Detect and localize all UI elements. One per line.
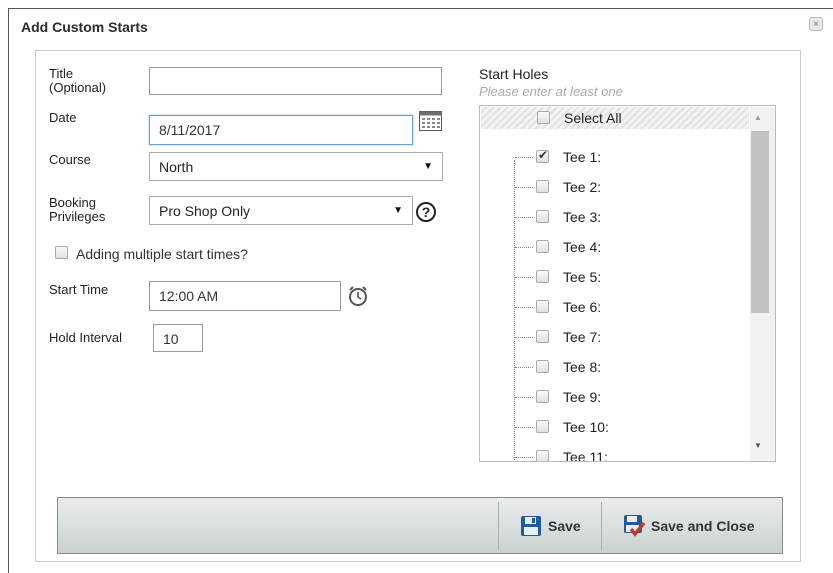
dialog-footer: Save Save and Close <box>57 497 783 554</box>
clock-icon[interactable] <box>347 285 369 307</box>
tee-checkbox[interactable] <box>536 420 549 433</box>
tree-branch <box>515 427 533 428</box>
title-input[interactable] <box>149 67 442 95</box>
booking-privileges-label: Booking Privileges <box>49 195 106 224</box>
hold-interval-input[interactable]: 10 <box>153 324 203 352</box>
save-label: Save <box>548 518 581 534</box>
dialog-title: Add Custom Starts <box>21 19 148 35</box>
help-icon[interactable]: ? <box>416 202 436 222</box>
multiple-start-times-checkbox[interactable] <box>55 246 68 259</box>
tee-label: Tee 9: <box>563 389 602 405</box>
scroll-down-icon[interactable]: ▼ <box>754 441 762 450</box>
save-and-close-button[interactable]: Save and Close <box>623 504 755 548</box>
scroll-up-icon[interactable]: ▲ <box>754 113 762 122</box>
tree-connector <box>514 160 515 460</box>
hold-interval-label: Hold Interval <box>49 330 122 345</box>
start-time-input[interactable]: 12:00 AM <box>149 281 341 311</box>
chevron-down-icon: ▼ <box>423 161 433 172</box>
tee-label: Tee 8: <box>563 359 602 375</box>
tee-label: Tee 4: <box>563 239 602 255</box>
tee-label: Tee 2: <box>563 179 602 195</box>
select-all-label: Select All <box>564 110 622 126</box>
tee-checkbox[interactable] <box>536 450 549 461</box>
tee-checkbox[interactable] <box>536 148 549 163</box>
start-holes-list[interactable]: Select All Tee 1: Tee 2: Tee 3: Tee 4: Tee 5… <box>479 105 776 462</box>
select-all-checkbox[interactable] <box>537 111 550 124</box>
course-value: North <box>159 159 194 175</box>
tree-branch <box>515 187 533 188</box>
tee-label: Tee 5: <box>563 269 602 285</box>
chevron-down-icon: ▼ <box>393 205 403 216</box>
select-all-row[interactable]: Select All <box>481 107 749 129</box>
tree-branch <box>515 307 533 308</box>
floppy-check-icon <box>624 515 645 537</box>
scrollbar-thumb[interactable] <box>751 131 769 313</box>
course-select[interactable]: North ▼ <box>149 152 443 181</box>
tree-branch <box>515 157 533 158</box>
date-input[interactable]: 8/11/2017 <box>149 115 413 145</box>
list-scrollbar[interactable]: ▲ ▼ <box>750 107 775 461</box>
tree-branch <box>515 277 533 278</box>
page-background: Add Custom Starts × Title (Optional) Dat… <box>0 0 833 573</box>
date-label: Date <box>49 110 77 125</box>
tree-branch <box>515 337 533 338</box>
tee-label: Tee 1: <box>563 149 602 165</box>
tree-branch <box>515 457 533 458</box>
tee-label: Tee 7: <box>563 329 602 345</box>
booking-privileges-value: Pro Shop Only <box>159 203 251 219</box>
course-label: Course <box>49 152 91 167</box>
divider <box>601 502 602 550</box>
tee-label: Tee 3: <box>563 209 602 225</box>
start-holes-hint: Please enter at least one <box>479 84 623 99</box>
tree-branch <box>515 217 533 218</box>
tee-label: Tee 11: <box>563 449 608 462</box>
close-icon[interactable]: × <box>809 17 823 31</box>
tee-checkbox[interactable] <box>536 330 549 343</box>
start-holes-label: Start Holes <box>479 66 549 82</box>
tee-label: Tee 6: <box>563 299 602 315</box>
tee-checkbox[interactable] <box>536 240 549 253</box>
tee-checkbox[interactable] <box>536 360 549 373</box>
save-button[interactable]: Save <box>520 504 581 548</box>
tree-branch <box>515 397 533 398</box>
tee-checkbox[interactable] <box>536 390 549 403</box>
booking-privileges-select[interactable]: Pro Shop Only ▼ <box>149 196 413 225</box>
divider <box>498 502 499 550</box>
tree-branch <box>515 247 533 248</box>
multiple-start-times-label: Adding multiple start times? <box>76 246 248 262</box>
start-time-label: Start Time <box>49 282 109 297</box>
floppy-disk-icon <box>521 516 541 536</box>
tee-checkbox[interactable] <box>536 270 549 283</box>
title-label: Title (Optional) <box>49 66 107 95</box>
save-and-close-label: Save and Close <box>651 518 755 534</box>
tee-checkbox[interactable] <box>536 300 549 313</box>
add-custom-starts-dialog: Add Custom Starts × Title (Optional) Dat… <box>8 8 833 573</box>
tree-branch <box>515 367 533 368</box>
tee-checkbox[interactable] <box>536 210 549 223</box>
calendar-icon[interactable] <box>419 111 442 131</box>
tee-label: Tee 10: <box>563 419 609 435</box>
tee-checkbox[interactable] <box>536 180 549 193</box>
